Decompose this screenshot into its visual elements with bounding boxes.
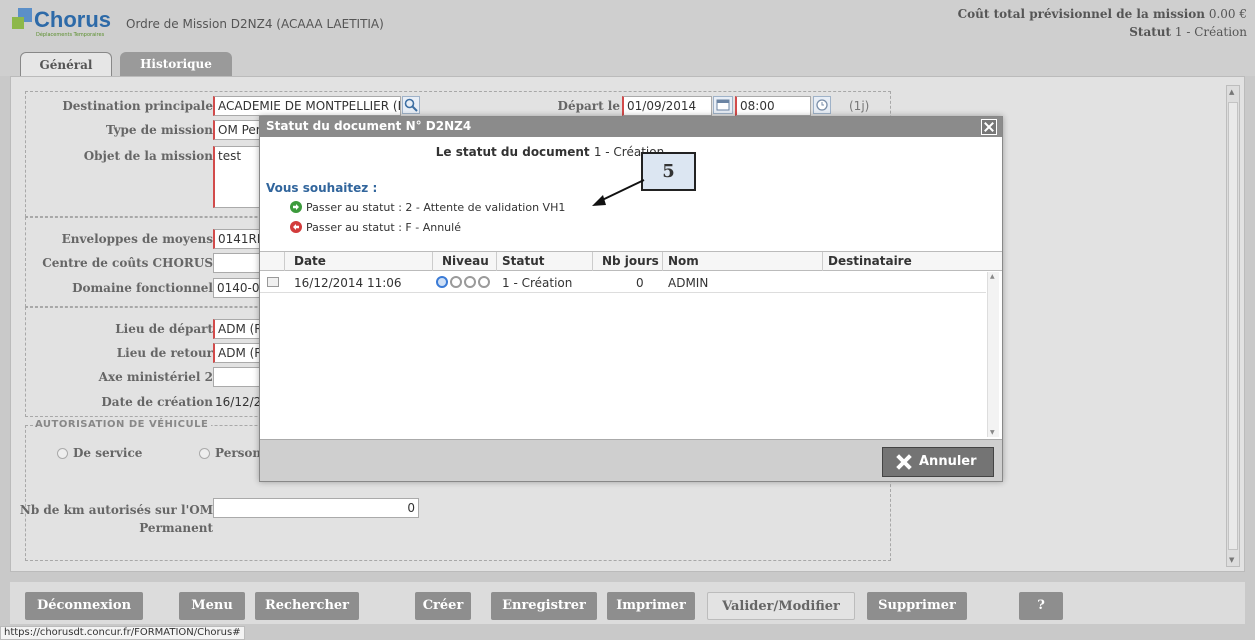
col-destinataire[interactable]: Destinataire xyxy=(828,254,912,268)
callout-box: 5 xyxy=(641,152,696,191)
callout-arrow-icon xyxy=(592,179,645,206)
destination-field[interactable]: ACADEMIE DE MONTPELLIER (FR/ xyxy=(213,96,401,116)
arrow-right-icon xyxy=(290,201,302,213)
col-date[interactable]: Date xyxy=(294,254,326,268)
date-creation-label: Date de création xyxy=(101,395,213,409)
menu-button[interactable]: Menu xyxy=(179,592,245,620)
action-cancel[interactable]: Passer au statut : F - Annulé xyxy=(290,221,461,234)
browser-status-url: https://chorusdt.concur.fr/FORMATION/Cho… xyxy=(0,626,245,640)
date-creation-value: 16/12/2 xyxy=(215,395,262,409)
depart-date-field[interactable]: 01/09/2014 xyxy=(622,96,712,116)
action-validate[interactable]: Passer au statut : 2 - Attente de valida… xyxy=(290,201,565,214)
scroll-up-icon[interactable]: ▲ xyxy=(990,273,995,280)
scroll-thumb[interactable] xyxy=(1228,102,1238,550)
objet-label: Objet de la mission xyxy=(83,149,213,163)
level-icon-4 xyxy=(478,276,490,288)
enveloppes-label: Enveloppes de moyens xyxy=(61,232,213,246)
help-button[interactable]: ? xyxy=(1019,592,1063,620)
action-cancel-label: Passer au statut : F - Annulé xyxy=(306,221,461,234)
status-label: Statut xyxy=(1129,25,1172,39)
depart-time-field[interactable]: 08:00 xyxy=(735,96,811,116)
row-nb-jours: 0 xyxy=(636,276,644,290)
depart-label: Départ le xyxy=(557,99,620,113)
action-validate-label: Passer au statut : 2 - Attente de valida… xyxy=(306,201,566,214)
logo-mark-icon xyxy=(12,8,34,34)
mission-status: Statut 1 - Création xyxy=(1129,25,1247,39)
cancel-button-label: Annuler xyxy=(919,454,977,469)
cost-value: 0.00 € xyxy=(1208,7,1247,21)
axe-label: Axe ministériel 2 xyxy=(98,370,213,384)
scroll-down-icon[interactable]: ▼ xyxy=(1229,556,1234,564)
radio-perso-label: Person xyxy=(215,446,262,460)
app-header: Chorus Déplacements Temporaires Ordre de… xyxy=(0,0,1255,76)
arrow-left-icon xyxy=(290,221,302,233)
clock-icon[interactable] xyxy=(813,96,831,114)
save-button[interactable]: Enregistrer xyxy=(491,592,597,620)
document-icon xyxy=(267,277,279,287)
tab-historique[interactable]: Historique xyxy=(120,52,232,76)
col-niveau[interactable]: Niveau xyxy=(442,254,489,268)
radio-service[interactable] xyxy=(57,448,68,459)
status-value: 1 - Création xyxy=(1174,25,1247,39)
validate-button[interactable]: Valider/Modifier xyxy=(707,592,855,620)
logout-button[interactable]: Déconnexion xyxy=(25,592,143,620)
col-nb-jours[interactable]: Nb jours xyxy=(602,254,659,268)
cancel-button[interactable]: Annuler xyxy=(882,447,994,477)
row-date: 16/12/2014 11:06 xyxy=(294,276,402,290)
delete-button[interactable]: Supprimer xyxy=(867,592,967,620)
lieu-depart-label: Lieu de départ xyxy=(115,322,213,336)
lieu-retour-label: Lieu de retour xyxy=(116,346,213,360)
dialog-title: Statut du document N° D2NZ4 xyxy=(260,117,1002,137)
level-icon-3 xyxy=(464,276,476,288)
col-statut[interactable]: Statut xyxy=(502,254,545,268)
km-label: Nb de km autorisés sur l'OM Permanent xyxy=(20,501,213,537)
logo-subtitle: Déplacements Temporaires xyxy=(36,32,105,38)
centre-label: Centre de coûts CHORUS xyxy=(42,256,213,270)
history-table-header: Date Niveau Statut Nb jours Nom Destinat… xyxy=(260,251,1002,271)
row-statut: 1 - Création xyxy=(502,276,573,290)
document-status-label: Le statut du document xyxy=(435,145,590,159)
table-row[interactable]: 16/12/2014 11:06 1 - Création 0 ADMIN xyxy=(260,273,986,293)
close-icon[interactable] xyxy=(981,119,997,135)
dialog-footer: Annuler xyxy=(260,439,1002,481)
close-icon xyxy=(895,453,913,471)
mission-cost: Coût total prévisionnel de la mission 0.… xyxy=(958,7,1247,21)
search-icon[interactable] xyxy=(402,96,420,114)
radio-service-label: De service xyxy=(73,446,143,460)
calendar-icon[interactable] xyxy=(713,96,733,114)
logo-text: Chorus xyxy=(34,7,111,32)
row-nom: ADMIN xyxy=(668,276,709,290)
km-label-line1: Nb de km autorisés sur l'OM xyxy=(19,503,213,517)
page-title: Ordre de Mission D2NZ4 (ACAAA LAETITIA) xyxy=(126,17,384,31)
km-label-line2: Permanent xyxy=(139,521,213,535)
vehicule-title: Autorisation de véhicule xyxy=(35,419,212,430)
type-label: Type de mission xyxy=(105,123,213,137)
radio-perso[interactable] xyxy=(199,448,210,459)
scroll-up-icon[interactable]: ▲ xyxy=(1229,88,1234,96)
status-dialog: Statut du document N° D2NZ4 Le statut du… xyxy=(259,116,1003,482)
wish-label: Vous souhaitez : xyxy=(266,181,378,195)
chorus-logo: Chorus Déplacements Temporaires xyxy=(12,7,124,40)
create-button[interactable]: Créer xyxy=(415,592,471,620)
level-icon-1 xyxy=(436,276,448,288)
duration-value: (1j) xyxy=(849,99,870,113)
col-nom[interactable]: Nom xyxy=(668,254,699,268)
action-toolbar: Déconnexion Menu Rechercher Créer Enregi… xyxy=(10,582,1245,624)
panel-scrollbar[interactable]: ▲ ▼ xyxy=(1226,85,1240,567)
cost-label: Coût total prévisionnel de la mission xyxy=(957,7,1205,21)
level-icon-2 xyxy=(450,276,462,288)
print-button[interactable]: Imprimer xyxy=(607,592,695,620)
search-button[interactable]: Rechercher xyxy=(255,592,359,620)
table-scrollbar[interactable]: ▲ ▼ xyxy=(987,272,999,437)
destination-label: Destination principale xyxy=(62,99,213,113)
tab-general[interactable]: Général xyxy=(20,52,112,76)
km-field[interactable]: 0 xyxy=(213,498,419,518)
domaine-label: Domaine fonctionnel xyxy=(72,281,213,295)
scroll-down-icon[interactable]: ▼ xyxy=(990,429,995,436)
